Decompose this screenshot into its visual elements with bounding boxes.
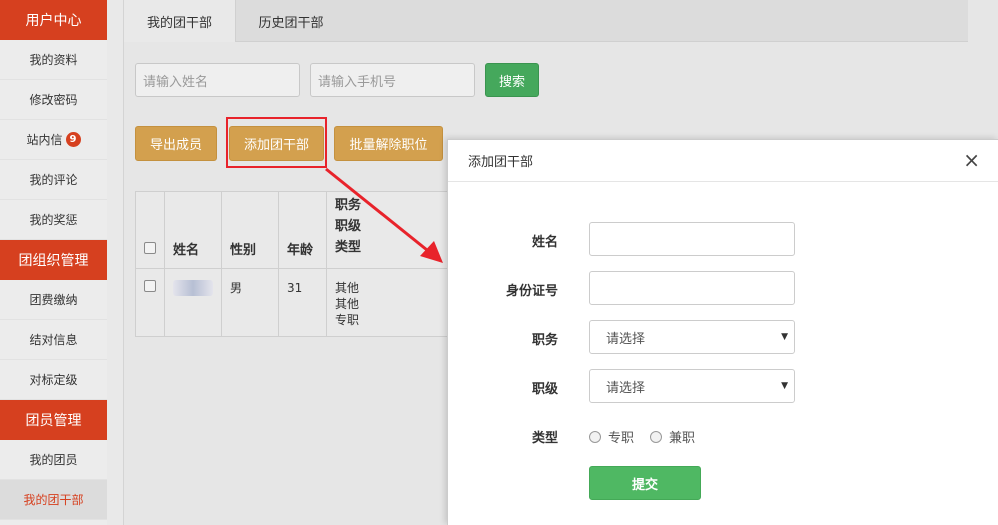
- level-label: 职级: [531, 382, 558, 397]
- cadre-table: 姓名 性别 年龄 职务 职级 类型 男 31 其他 其他 专职: [135, 191, 457, 337]
- sidebar-item-my-members[interactable]: 我的团员: [0, 440, 107, 480]
- header-age: 年龄: [278, 191, 327, 269]
- table-header-row: 姓名 性别 年龄 职务 职级 类型: [135, 191, 457, 269]
- header-type: 类型: [335, 240, 362, 255]
- sidebar-item-my-rewards[interactable]: 我的奖惩: [0, 200, 107, 240]
- batch-remove-button[interactable]: 批量解除职位: [334, 126, 443, 161]
- sidebar: 用户中心 我的资料 修改密码 站内信 9 我的评论 我的奖惩 团组织管理 团费缴…: [0, 0, 107, 525]
- search-button[interactable]: 搜索: [485, 63, 539, 97]
- select-all-cell: [135, 191, 165, 269]
- name-label: 姓名: [531, 235, 558, 250]
- sidebar-section-member-management: 团员管理: [0, 400, 107, 440]
- chevron-down-icon: ▼: [781, 381, 788, 391]
- tab-history-cadres[interactable]: 历史团干部: [236, 0, 346, 42]
- duty-select-value: 请选择: [606, 331, 646, 347]
- export-members-button[interactable]: 导出成员: [135, 126, 217, 161]
- sidebar-item-label: 站内信: [26, 133, 63, 147]
- header-name: 姓名: [164, 191, 222, 269]
- close-icon[interactable]: ×: [963, 150, 980, 170]
- sidebar-section-user-center: 用户中心: [0, 0, 107, 40]
- sidebar-item-benchmark-grading[interactable]: 对标定级: [0, 360, 107, 400]
- sidebar-item-messages[interactable]: 站内信 9: [0, 120, 107, 160]
- radio-full-time[interactable]: [589, 430, 601, 443]
- sidebar-item-my-cadres[interactable]: 我的团干部: [0, 480, 107, 520]
- unread-badge: 9: [65, 132, 81, 147]
- id-number-field[interactable]: [589, 271, 795, 305]
- row-duty: 其他: [335, 281, 360, 295]
- sidebar-section-org-management: 团组织管理: [0, 240, 107, 280]
- type-label: 类型: [531, 431, 558, 446]
- radio-part-time[interactable]: [650, 430, 663, 443]
- level-select-value: 请选择: [606, 380, 646, 396]
- sidebar-item-my-profile[interactable]: 我的资料: [0, 40, 107, 80]
- row-age: 31: [278, 268, 327, 337]
- header-duty: 职务: [335, 198, 362, 213]
- modal-header: 添加团干部 ×: [448, 140, 998, 182]
- table-row: 男 31 其他 其他 专职: [135, 268, 457, 337]
- radio-full-time-label: 专职: [608, 431, 635, 446]
- duty-select[interactable]: 请选择 ▼: [589, 320, 795, 354]
- id-number-label: 身份证号: [505, 284, 558, 299]
- chevron-down-icon: ▼: [781, 332, 788, 342]
- type-radio-group: 专职 兼职: [589, 427, 695, 446]
- header-position: 职务 职级 类型: [326, 191, 457, 269]
- level-select[interactable]: 请选择 ▼: [589, 369, 795, 403]
- radio-part-time-label: 兼职: [669, 431, 696, 446]
- row-gender: 男: [221, 268, 279, 337]
- header-gender: 性别: [221, 191, 279, 269]
- sidebar-item-change-password[interactable]: 修改密码: [0, 80, 107, 120]
- tab-bar: 我的团干部 历史团干部: [124, 0, 968, 42]
- select-all-checkbox[interactable]: [144, 242, 156, 254]
- modal-title: 添加团干部: [468, 155, 534, 170]
- annotation-highlight-box: [226, 117, 327, 168]
- sidebar-item-my-comments[interactable]: 我的评论: [0, 160, 107, 200]
- row-position-cell: 其他 其他 专职: [326, 268, 457, 337]
- sidebar-item-fee-payment[interactable]: 团费缴纳: [0, 280, 107, 320]
- add-cadre-modal: 添加团干部 × 姓名 身份证号 职务 请选择 ▼ 职级 请选择 ▼ 类型 专职 …: [447, 139, 998, 525]
- redacted-name: [173, 280, 213, 296]
- sidebar-item-pairing-info[interactable]: 结对信息: [0, 320, 107, 360]
- row-type: 专职: [335, 313, 360, 327]
- duty-label: 职务: [531, 333, 558, 348]
- row-name-cell: [164, 268, 222, 337]
- submit-button[interactable]: 提交: [589, 466, 701, 500]
- tab-my-cadres[interactable]: 我的团干部: [124, 0, 236, 42]
- row-select-cell: [135, 268, 165, 337]
- row-level: 其他: [335, 297, 360, 311]
- name-search-input[interactable]: 请输入姓名: [135, 63, 300, 97]
- name-field[interactable]: [589, 222, 795, 256]
- phone-search-input[interactable]: 请输入手机号: [310, 63, 475, 97]
- row-checkbox[interactable]: [144, 280, 156, 292]
- header-level: 职级: [335, 219, 362, 234]
